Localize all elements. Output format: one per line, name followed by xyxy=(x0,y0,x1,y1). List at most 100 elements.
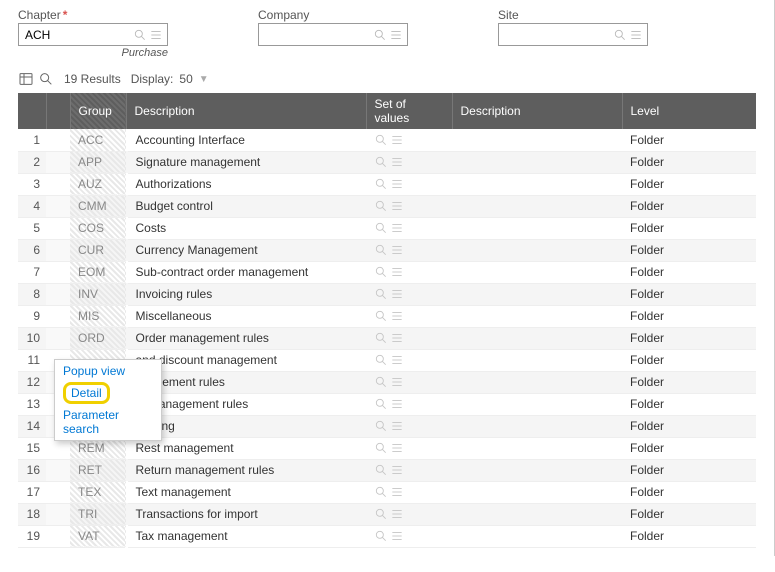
set-of-values-cell[interactable] xyxy=(366,525,452,547)
table-row[interactable]: 18TRITransactions for importFolder xyxy=(18,503,756,525)
search-icon[interactable] xyxy=(38,71,54,87)
group-cell: RET xyxy=(70,459,126,481)
edit-icon[interactable] xyxy=(46,525,70,547)
edit-icon[interactable] xyxy=(46,173,70,195)
edit-icon[interactable] xyxy=(46,195,70,217)
table-row[interactable]: 17TEXText managementFolder xyxy=(18,481,756,503)
context-menu-item[interactable]: Popup view xyxy=(55,360,161,382)
table-row[interactable]: 2APPSignature managementFolder xyxy=(18,151,756,173)
description-cell: and discount management xyxy=(126,349,366,371)
view-icon[interactable] xyxy=(18,71,34,87)
set-of-values-cell[interactable] xyxy=(366,437,452,459)
table-row[interactable]: 1ACCAccounting InterfaceFolder xyxy=(18,129,756,151)
edit-icon[interactable] xyxy=(46,503,70,525)
row-number: 6 xyxy=(18,239,46,261)
context-menu-item[interactable]: Parameter search xyxy=(55,404,161,440)
description-cell: Return management rules xyxy=(126,459,366,481)
description-cell: Budget control xyxy=(126,195,366,217)
search-icon[interactable] xyxy=(613,28,627,42)
level-cell: Folder xyxy=(622,525,756,547)
edit-icon[interactable] xyxy=(46,481,70,503)
group-cell: CMM xyxy=(70,195,126,217)
list-icon[interactable] xyxy=(629,28,643,42)
table-row[interactable]: 4CMMBudget controlFolder xyxy=(18,195,756,217)
edit-icon[interactable] xyxy=(46,305,70,327)
description2-cell xyxy=(452,481,622,503)
display-label: Display: xyxy=(131,72,174,86)
table-row[interactable]: 5COSCostsFolder xyxy=(18,217,756,239)
set-of-values-cell[interactable] xyxy=(366,217,452,239)
row-number: 17 xyxy=(18,481,46,503)
edit-icon[interactable] xyxy=(46,261,70,283)
set-of-values-cell[interactable] xyxy=(366,173,452,195)
set-of-values-cell[interactable] xyxy=(366,371,452,393)
set-of-values-cell[interactable] xyxy=(366,239,452,261)
table-row[interactable]: 8INVInvoicing rulesFolder xyxy=(18,283,756,305)
set-of-values-cell[interactable] xyxy=(366,151,452,173)
row-number: 14 xyxy=(18,415,46,437)
description-cell: Signature management xyxy=(126,151,366,173)
description-cell: Miscellaneous xyxy=(126,305,366,327)
filter-chapter: Chapter* Purchase xyxy=(18,8,168,59)
description-cell: Text management xyxy=(126,481,366,503)
col-edit xyxy=(46,93,70,129)
table-row[interactable]: 19VATTax managementFolder xyxy=(18,525,756,547)
search-icon[interactable] xyxy=(373,28,387,42)
table-row[interactable]: 6CURCurrency ManagementFolder xyxy=(18,239,756,261)
set-of-values-cell[interactable] xyxy=(366,261,452,283)
site-input[interactable] xyxy=(499,26,613,44)
set-of-values-cell[interactable] xyxy=(366,393,452,415)
group-cell: COS xyxy=(70,217,126,239)
level-cell: Folder xyxy=(622,415,756,437)
set-of-values-cell[interactable] xyxy=(366,305,452,327)
edit-icon[interactable] xyxy=(46,151,70,173)
search-icon[interactable] xyxy=(133,28,147,42)
set-of-values-cell[interactable] xyxy=(366,503,452,525)
table-row[interactable]: 16RETReturn management rulesFolder xyxy=(18,459,756,481)
set-of-values-cell[interactable] xyxy=(366,283,452,305)
col-group[interactable]: Group xyxy=(70,93,126,129)
table-row[interactable]: 10ORDOrder management rulesFolder xyxy=(18,327,756,349)
table-row[interactable]: 7EOMSub-contract order managementFolder xyxy=(18,261,756,283)
list-icon[interactable] xyxy=(149,28,163,42)
set-of-values-cell[interactable] xyxy=(366,459,452,481)
col-description[interactable]: Description xyxy=(126,93,366,129)
level-cell: Folder xyxy=(622,305,756,327)
results-count: 19 Results xyxy=(64,72,121,86)
company-label: Company xyxy=(258,8,408,22)
edit-icon[interactable] xyxy=(46,459,70,481)
level-cell: Folder xyxy=(622,151,756,173)
chapter-input[interactable] xyxy=(19,26,133,44)
col-description-2[interactable]: Description xyxy=(452,93,622,129)
row-number: 15 xyxy=(18,437,46,459)
col-level[interactable]: Level xyxy=(622,93,756,129)
edit-icon[interactable] xyxy=(46,239,70,261)
table-row[interactable]: 3AUZAuthorizationsFolder xyxy=(18,173,756,195)
group-cell: APP xyxy=(70,151,126,173)
set-of-values-cell[interactable] xyxy=(366,415,452,437)
list-icon[interactable] xyxy=(389,28,403,42)
table-row[interactable]: 9MISMiscellaneousFolder xyxy=(18,305,756,327)
description-cell: Transactions for import xyxy=(126,503,366,525)
edit-icon[interactable] xyxy=(46,327,70,349)
set-of-values-cell[interactable] xyxy=(366,481,452,503)
set-of-values-cell[interactable] xyxy=(366,195,452,217)
row-number: 12 xyxy=(18,371,46,393)
description2-cell xyxy=(452,217,622,239)
edit-icon[interactable] xyxy=(46,129,70,151)
group-cell: ACC xyxy=(70,129,126,151)
set-of-values-cell[interactable] xyxy=(366,129,452,151)
display-value[interactable]: 50 xyxy=(179,72,192,86)
group-cell: VAT xyxy=(70,525,126,547)
row-number: 7 xyxy=(18,261,46,283)
set-of-values-cell[interactable] xyxy=(366,327,452,349)
company-input[interactable] xyxy=(259,26,373,44)
description2-cell xyxy=(452,305,622,327)
edit-icon[interactable] xyxy=(46,217,70,239)
edit-icon[interactable] xyxy=(46,283,70,305)
set-of-values-cell[interactable] xyxy=(366,349,452,371)
context-menu-item[interactable]: Detail xyxy=(55,382,161,404)
row-number: 8 xyxy=(18,283,46,305)
col-set-of-values[interactable]: Set of values xyxy=(366,93,452,129)
chevron-down-icon[interactable]: ▼ xyxy=(199,74,209,85)
